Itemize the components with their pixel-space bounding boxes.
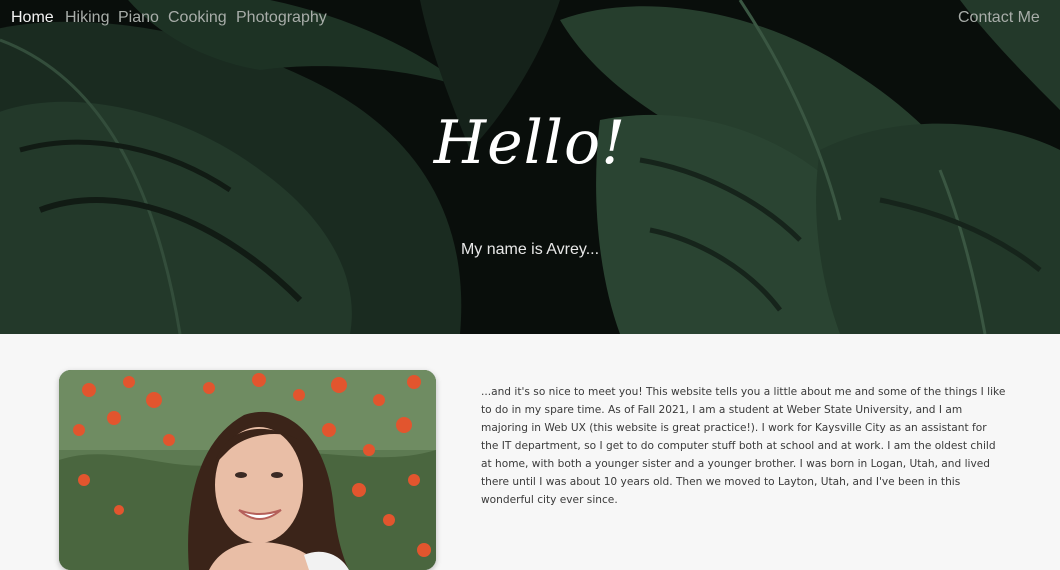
nav-photography[interactable]: Photography [236,9,327,27]
hero-banner: Home Hiking Piano Cooking Photography Co… [0,0,1060,334]
nav-hiking[interactable]: Hiking [65,9,109,27]
hero-title: Hello! [433,108,627,178]
nav-piano[interactable]: Piano [118,9,159,27]
main-nav: Home Hiking Piano Cooking Photography Co… [0,0,1060,38]
hero-subtitle: My name is Avrey... [460,241,600,258]
profile-photo [59,370,436,570]
portrait-image [59,370,436,570]
nav-home[interactable]: Home [11,9,54,27]
about-paragraph: ...and it's so nice to meet you! This we… [481,385,1006,506]
nav-contact[interactable]: Contact Me [958,9,1040,27]
nav-cooking[interactable]: Cooking [168,9,227,27]
